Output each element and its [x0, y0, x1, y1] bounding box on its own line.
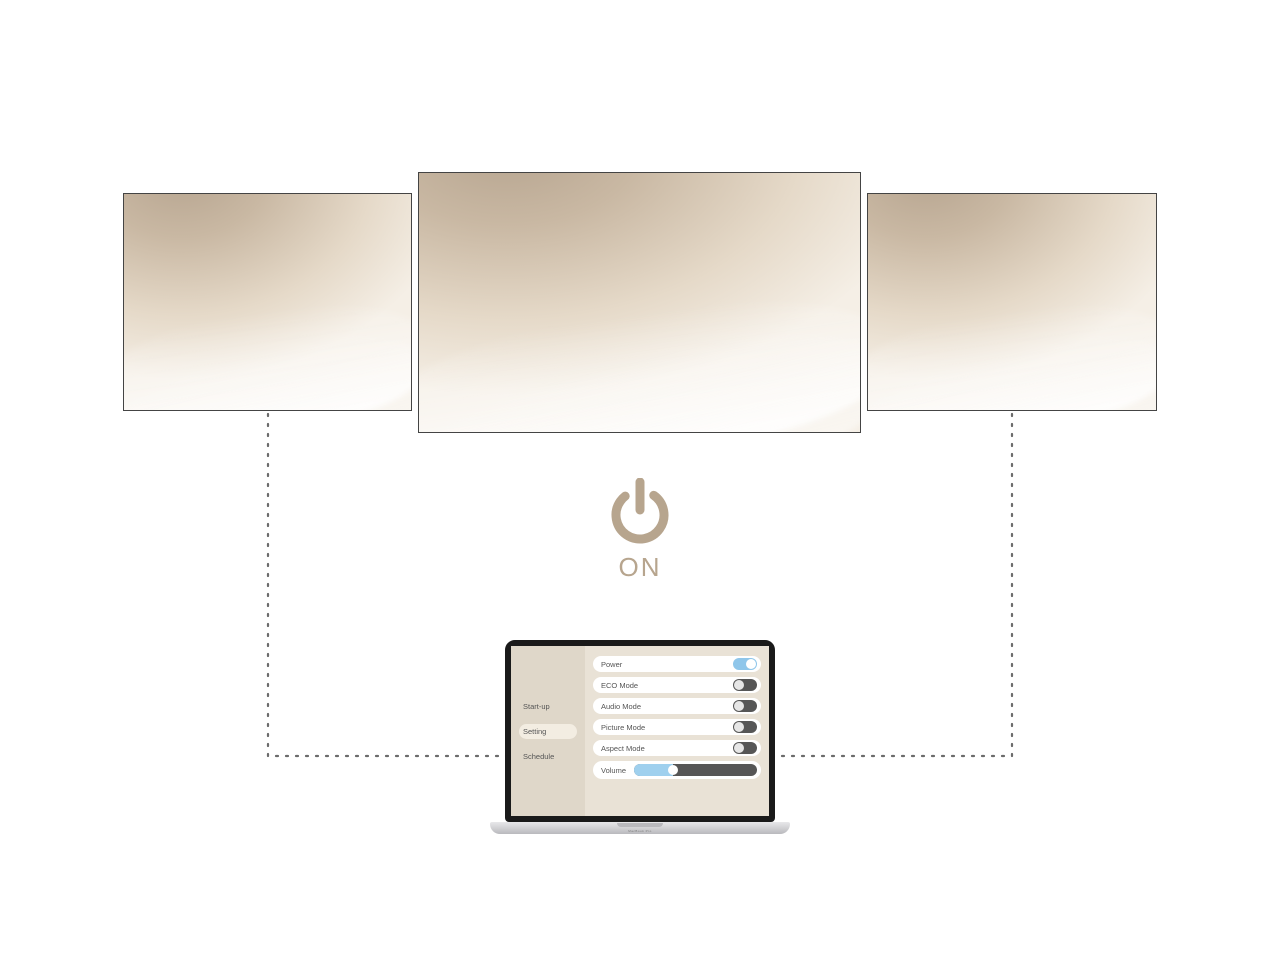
setting-label: Volume	[601, 766, 626, 775]
toggle-power[interactable]	[733, 658, 757, 670]
setting-label: Audio Mode	[601, 702, 641, 711]
display-panel-center	[418, 172, 861, 433]
laptop-brand: MacBook Pro	[628, 829, 652, 833]
control-laptop: Start-up Setting Schedule Power ECO Mode…	[490, 640, 790, 834]
sidebar-item-schedule[interactable]: Schedule	[519, 749, 577, 764]
toggle-audio[interactable]	[733, 700, 757, 712]
power-icon	[609, 478, 671, 544]
setting-row-audio: Audio Mode	[593, 698, 761, 714]
setting-label: Aspect Mode	[601, 744, 645, 753]
sidebar-item-setting[interactable]: Setting	[519, 724, 577, 739]
setting-label: Power	[601, 660, 622, 669]
laptop-screen: Start-up Setting Schedule Power ECO Mode…	[511, 646, 769, 816]
sidebar-item-startup[interactable]: Start-up	[519, 699, 577, 714]
toggle-eco[interactable]	[733, 679, 757, 691]
setting-row-aspect: Aspect Mode	[593, 740, 761, 756]
setting-row-volume: Volume	[593, 761, 761, 779]
settings-panel: Power ECO Mode Audio Mode Picture Mode A…	[585, 646, 769, 816]
slider-volume[interactable]	[634, 764, 757, 776]
laptop-screen-frame: Start-up Setting Schedule Power ECO Mode…	[505, 640, 775, 822]
toggle-aspect[interactable]	[733, 742, 757, 754]
setting-row-power: Power	[593, 656, 761, 672]
setting-row-picture: Picture Mode	[593, 719, 761, 735]
display-panel-right	[867, 193, 1157, 411]
power-label: ON	[609, 552, 671, 583]
setting-row-eco: ECO Mode	[593, 677, 761, 693]
toggle-picture[interactable]	[733, 721, 757, 733]
display-panel-left	[123, 193, 412, 411]
setting-label: ECO Mode	[601, 681, 638, 690]
slider-thumb[interactable]	[668, 765, 678, 775]
power-status: ON	[609, 478, 671, 583]
laptop-base: MacBook Pro	[490, 822, 790, 834]
sidebar: Start-up Setting Schedule	[511, 646, 585, 816]
setting-label: Picture Mode	[601, 723, 645, 732]
